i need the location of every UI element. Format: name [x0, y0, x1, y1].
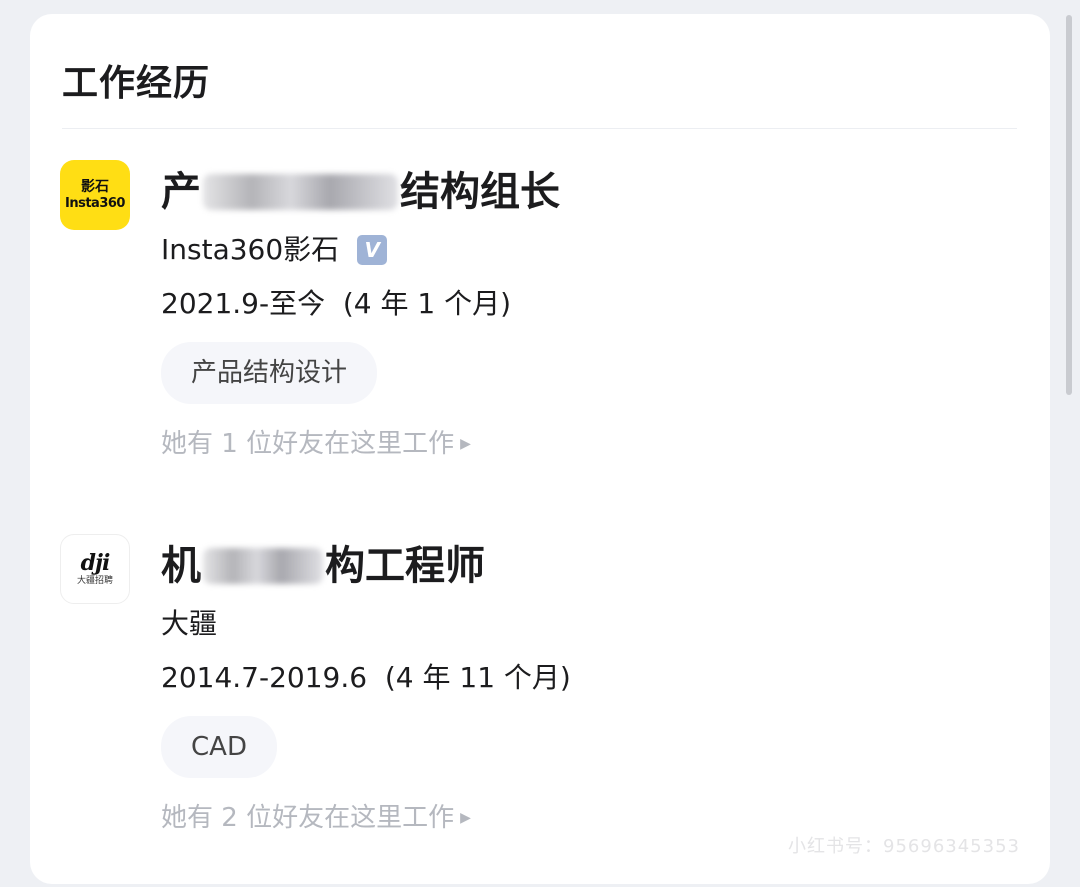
employment-period: 2021.9-至今 (4 年 1 个月)	[161, 287, 512, 320]
experience-item: 产 结构组长 Insta360影石 V 2021.9-至今 (4 年 1 个月)…	[161, 164, 560, 462]
friends-link[interactable]: 她有 2 位好友在这里工作 ▶	[161, 800, 571, 836]
friends-text: 她有 1 位好友在这里工作	[161, 429, 455, 459]
logo-text-line1: 影石	[81, 178, 109, 195]
employment-period: 2014.7-2019.6 (4 年 11 个月)	[161, 661, 571, 694]
watermark: 小红书号：95696345353	[788, 836, 1020, 857]
section-title: 工作经历	[62, 63, 211, 104]
verified-icon: V	[357, 235, 388, 265]
friends-text: 她有 2 位好友在这里工作	[161, 803, 455, 833]
job-title: 机 构工程师	[161, 538, 571, 594]
triangle-right-icon: ▶	[460, 436, 471, 452]
company-name-text: 大疆	[161, 607, 218, 640]
divider	[62, 128, 1017, 129]
redacted-blur	[203, 548, 323, 584]
scrollbar[interactable]	[1066, 15, 1072, 395]
skill-tag[interactable]: CAD	[161, 716, 277, 778]
job-title-suffix: 结构组长	[400, 169, 560, 215]
company-name[interactable]: Insta360影石 V	[161, 230, 560, 270]
triangle-right-icon: ▶	[460, 810, 471, 826]
company-name-text: Insta360影石	[161, 233, 340, 266]
work-experience-card: 工作经历 影石 Insta360 产 结构组长 Insta360影石 V 202…	[30, 14, 1050, 884]
logo-text-line2: Insta360	[65, 195, 125, 211]
friends-link[interactable]: 她有 1 位好友在这里工作 ▶	[161, 426, 560, 462]
company-name[interactable]: 大疆	[161, 604, 571, 644]
job-title: 产 结构组长	[161, 164, 560, 220]
job-title-prefix: 产	[161, 169, 201, 215]
skill-tag[interactable]: 产品结构设计	[161, 342, 378, 404]
job-title-suffix: 构工程师	[325, 543, 485, 589]
company-logo-dji[interactable]: dji 大疆招聘	[60, 534, 130, 604]
logo-text-line2: 大疆招聘	[76, 576, 113, 586]
job-title-prefix: 机	[161, 543, 201, 589]
redacted-blur	[203, 174, 398, 210]
company-logo-insta360[interactable]: 影石 Insta360	[60, 160, 130, 230]
experience-item: 机 构工程师 大疆 2014.7-2019.6 (4 年 11 个月) CAD …	[161, 538, 571, 836]
logo-text-line1: dji	[80, 550, 111, 576]
